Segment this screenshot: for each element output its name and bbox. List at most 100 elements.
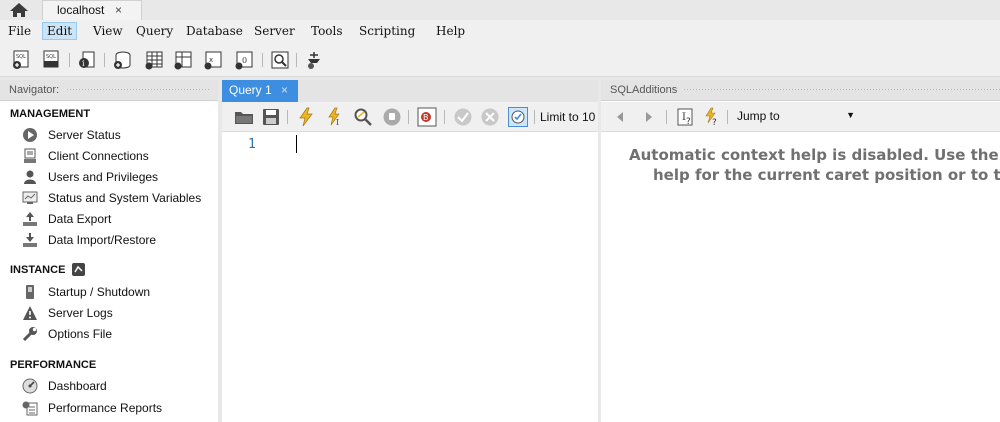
warning-icon <box>23 306 37 320</box>
home-icon[interactable] <box>8 2 30 18</box>
help-text-line-2: help for the current caret position or t… <box>653 166 1000 184</box>
wrench-icon <box>22 327 37 342</box>
nav-item-client-connections[interactable]: Client Connections <box>22 147 212 167</box>
nav-item-data-export[interactable]: Data Export <box>22 210 212 230</box>
svg-text:x: x <box>209 56 213 64</box>
section-title-performance: PERFORMANCE <box>10 359 97 371</box>
nav-item-server-status[interactable]: Server Status <box>22 126 212 146</box>
sql-additions-header: SQLAdditions <box>601 80 1000 101</box>
create-view-icon[interactable] <box>173 50 193 70</box>
nav-item-label: Data Export <box>48 212 112 226</box>
navigator-title: Navigator: <box>9 84 60 96</box>
toolbar-separator <box>408 110 409 124</box>
rollback-icon[interactable] <box>480 107 500 127</box>
section-title-management: MANAGEMENT <box>10 108 91 120</box>
navigator-header: Navigator: <box>0 80 218 101</box>
sql-additions-toolbar: I? ? Jump to ▼ <box>601 102 1000 132</box>
nav-item-dashboard[interactable]: Dashboard <box>22 377 212 397</box>
query-tab-label: Query 1 <box>229 83 272 97</box>
close-connection-tab-icon[interactable]: × <box>115 3 122 17</box>
execute-current-statement-icon[interactable]: I <box>325 107 345 127</box>
menu-server[interactable]: Server <box>250 23 299 39</box>
svg-text:?: ? <box>686 117 691 127</box>
nav-item-label: Performance Reports <box>48 401 163 415</box>
auto-context-help-icon[interactable]: ? <box>702 107 722 127</box>
connection-tab[interactable]: localhost × <box>42 0 142 20</box>
help-text-line-1: Automatic context help is disabled. Use … <box>629 146 999 164</box>
context-help-message: Automatic context help is disabled. Use … <box>601 142 1000 202</box>
monitor-icon <box>22 191 38 204</box>
import-icon <box>23 233 37 247</box>
search-table-data-icon[interactable] <box>270 50 290 70</box>
nav-item-label: Server Status <box>48 128 121 142</box>
nav-item-performance-reports[interactable]: Performance Reports <box>22 399 212 419</box>
back-arrow-icon[interactable] <box>615 111 625 123</box>
nav-item-label: Startup / Shutdown <box>48 285 151 299</box>
menu-help[interactable]: Help <box>432 23 469 39</box>
export-icon <box>23 212 37 226</box>
reconnect-icon[interactable] <box>304 50 324 70</box>
jump-to-dropdown[interactable]: Jump to ▼ <box>733 107 861 126</box>
sql-editor[interactable]: 1 <box>222 132 598 422</box>
nav-item-label: Server Logs <box>48 306 113 320</box>
toolbar-separator <box>287 110 288 124</box>
svg-text:i: i <box>82 59 85 68</box>
open-file-icon[interactable] <box>234 107 254 127</box>
execute-icon[interactable] <box>296 107 316 127</box>
open-sql-script-icon[interactable]: SQL <box>41 50 61 70</box>
save-icon[interactable] <box>261 107 281 127</box>
panel-grip <box>683 88 1000 92</box>
create-function-icon[interactable]: 0 <box>234 50 254 70</box>
close-query-tab-icon[interactable]: × <box>281 83 288 97</box>
line-number: 1 <box>248 137 256 152</box>
svg-text:SQL: SQL <box>16 54 26 60</box>
nav-item-users-and-privileges[interactable]: Users and Privileges <box>22 168 212 188</box>
new-sql-tab-icon[interactable]: SQL <box>11 50 31 70</box>
toolbar-separator <box>262 53 263 67</box>
toolbar-separator <box>296 53 297 67</box>
svg-text:?: ? <box>712 118 717 127</box>
toolbar-separator <box>104 53 105 67</box>
connection-tab-label: localhost <box>57 3 105 17</box>
forward-arrow-icon[interactable] <box>644 111 654 123</box>
toolbar-separator <box>727 110 728 124</box>
autocommit-toggle-icon[interactable] <box>508 107 528 127</box>
stop-icon[interactable] <box>382 107 402 127</box>
create-schema-icon[interactable] <box>112 50 132 70</box>
nav-item-data-import-restore[interactable]: Data Import/Restore <box>22 231 212 251</box>
svg-text:SQL: SQL <box>46 54 56 60</box>
nav-item-label: Options File <box>48 327 113 341</box>
toolbar-separator <box>444 110 445 124</box>
main-toolbar: SQL SQL i x 0 <box>0 43 1000 77</box>
nav-item-startup-shutdown[interactable]: Startup / Shutdown <box>22 283 212 303</box>
connection-tab-bar: localhost × <box>0 0 1000 20</box>
commit-icon[interactable] <box>453 107 473 127</box>
menu-view[interactable]: View <box>89 23 127 39</box>
dashboard-icon <box>22 378 38 394</box>
query-toolbar: I B Limit to 10 <box>222 102 598 132</box>
nav-item-status-and-system-variables[interactable]: Status and System Variables <box>22 189 212 209</box>
client-connections-icon <box>24 148 36 163</box>
svg-text:I: I <box>336 118 339 127</box>
menu-query[interactable]: Query <box>132 23 177 39</box>
explain-icon[interactable] <box>353 107 373 127</box>
menu-file[interactable]: File <box>4 23 35 39</box>
menu-edit[interactable]: Edit <box>42 22 78 40</box>
nav-item-label: Client Connections <box>48 149 149 163</box>
context-help-icon[interactable]: I? <box>676 107 696 127</box>
inspect-object-icon[interactable]: i <box>77 50 97 70</box>
toolbar-separator <box>69 53 70 67</box>
create-table-icon[interactable] <box>144 50 164 70</box>
menu-scripting[interactable]: Scripting <box>355 23 419 39</box>
limit-rows-select[interactable]: Limit to 10 <box>540 110 595 124</box>
query-tab[interactable]: Query 1 × <box>222 80 298 102</box>
nav-item-server-logs[interactable]: Server Logs <box>22 304 212 324</box>
menu-database[interactable]: Database <box>182 23 247 39</box>
toggle-continue-on-error-icon[interactable]: B <box>417 107 437 127</box>
panel-grip <box>66 88 211 92</box>
toolbar-separator <box>534 110 535 124</box>
nav-item-options-file[interactable]: Options File <box>22 325 212 345</box>
query-editor-panel: Query 1 × I B Limit to 10 1 <box>222 80 598 422</box>
menu-tools[interactable]: Tools <box>307 23 347 39</box>
create-procedure-icon[interactable]: x <box>203 50 223 70</box>
